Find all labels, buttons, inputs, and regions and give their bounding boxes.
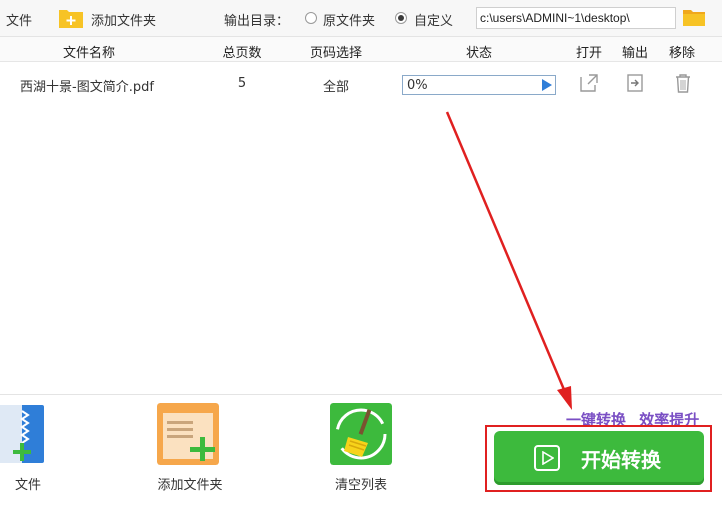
file-name: 西湖十景-图文简介.pdf [20,80,154,95]
page-selection[interactable]: 全部 [323,76,349,95]
play-icon[interactable] [542,79,552,91]
add-file-icon[interactable] [0,403,44,465]
add-file-label[interactable]: 文件 [15,474,41,493]
col-page-selection: 页码选择 [309,46,363,61]
col-status: 状态 [465,46,493,61]
total-pages: 5 [237,76,247,91]
col-remove: 移除 [668,46,696,61]
col-file-name: 文件名称 [62,46,116,61]
add-folder-tool-label[interactable]: 添加文件夹 [157,474,222,493]
col-total-pages: 总页数 [222,46,262,61]
clear-list-icon[interactable] [330,403,392,465]
progress-text: 0% [407,78,428,93]
toolbar: 文件 添加文件夹 输出目录： 原文件夹 自定义 c:\users\ADMINI~… [0,0,722,37]
table-row[interactable]: 西湖十景-图文简介.pdf 5 全部 0% [0,62,722,108]
radio-source-folder[interactable] [305,12,317,24]
clear-list-label[interactable]: 清空列表 [335,474,387,493]
bottom-panel: 文件 添加文件夹 清空列表 一键转换 效率提升 开始转换 [0,394,722,512]
radio-custom-label[interactable]: 自定义 [414,10,453,29]
col-open: 打开 [575,46,603,61]
output-dir-label: 输出目录： [224,14,290,29]
open-external-icon[interactable] [578,72,600,94]
add-folder-button[interactable]: 添加文件夹 [91,10,156,29]
col-output: 输出 [621,46,649,61]
start-convert-button[interactable]: 开始转换 [494,431,704,485]
add-folder-icon[interactable] [58,7,84,29]
add-file-button[interactable]: 文件 [6,10,32,29]
start-play-triangle-icon [542,451,554,465]
browse-folder-icon[interactable] [683,8,705,26]
table-header: 文件名称 总页数 页码选择 状态 打开 输出 移除 [0,37,722,62]
output-folder-icon[interactable] [624,72,646,94]
output-path-input[interactable]: c:\users\ADMINI~1\desktop\ [476,7,676,29]
progress-bar: 0% [402,75,556,95]
trash-icon[interactable] [672,72,694,94]
start-convert-label: 开始转换 [581,448,661,472]
add-folder-big-icon[interactable] [157,403,219,465]
radio-custom[interactable] [395,12,407,24]
radio-source-folder-label[interactable]: 原文件夹 [323,10,375,29]
